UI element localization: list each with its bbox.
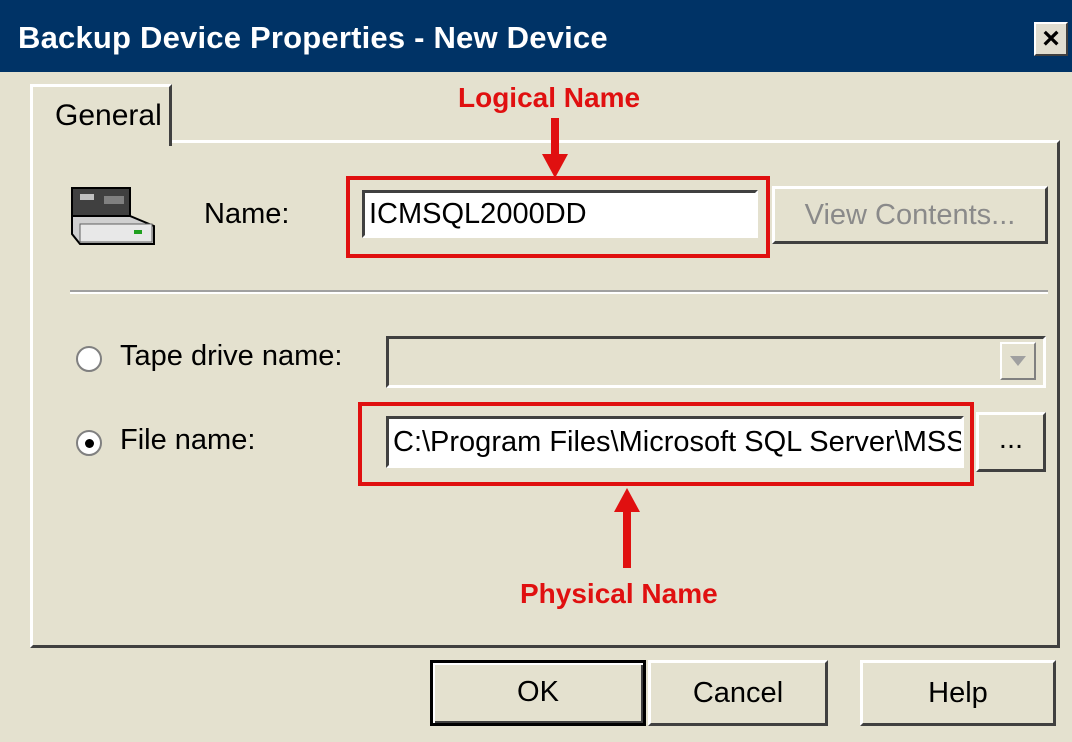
cancel-button[interactable]: Cancel (648, 660, 828, 726)
tape-drive-label: Tape drive name: (120, 340, 343, 372)
name-label: Name: (204, 198, 290, 230)
radio-selected-dot (85, 439, 94, 448)
tape-drive-radio[interactable] (76, 346, 102, 372)
chevron-down-icon (1010, 356, 1026, 366)
view-contents-button[interactable]: View Contents... (772, 186, 1048, 244)
tape-drive-select[interactable] (386, 336, 1046, 388)
window-title: Backup Device Properties - New Device (18, 20, 608, 55)
backup-device-icon (71, 187, 155, 245)
browse-button[interactable]: ... (976, 412, 1046, 472)
tab-general[interactable]: General (30, 84, 172, 146)
separator (70, 290, 1048, 294)
logical-arrow-icon (542, 118, 568, 178)
title-bar[interactable]: Backup Device Properties - New Device × (0, 0, 1072, 72)
logical-name-annotation: Logical Name (458, 82, 641, 113)
tape-dropdown-button[interactable] (1000, 342, 1036, 380)
file-name-input[interactable]: C:\Program Files\Microsoft SQL Server\MS… (386, 416, 964, 468)
file-name-radio[interactable] (76, 430, 102, 456)
physical-name-annotation: Physical Name (520, 578, 718, 609)
tab-general-label: General (55, 99, 162, 132)
close-button[interactable]: × (1034, 22, 1068, 56)
help-button[interactable]: Help (860, 660, 1056, 726)
ok-button[interactable]: OK (430, 660, 646, 726)
file-name-label: File name: (120, 424, 256, 456)
physical-arrow-icon (614, 488, 640, 568)
dialog-window: Backup Device Properties - New Device × … (0, 0, 1072, 742)
name-input[interactable]: ICMSQL2000DD (362, 190, 758, 238)
